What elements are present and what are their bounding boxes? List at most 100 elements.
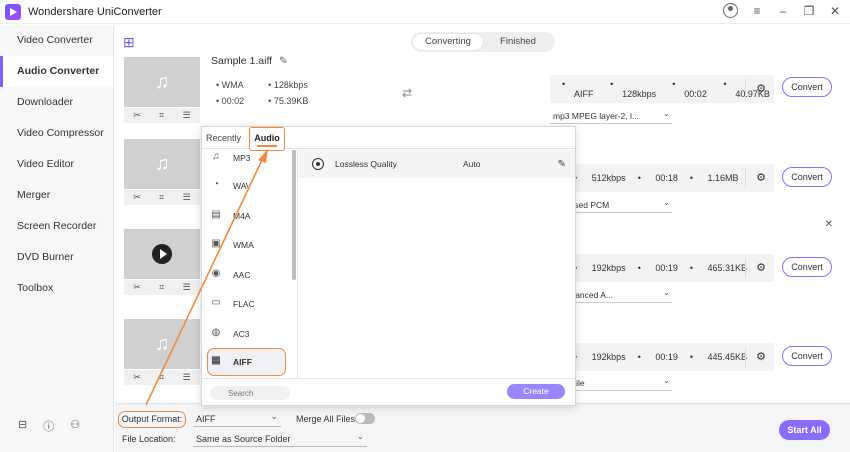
quality-icon: [312, 158, 324, 170]
wav-icon: ◔: [212, 179, 220, 190]
format-aiff[interactable]: ▦ AIFF: [207, 348, 286, 376]
merge-label: Merge All Files:: [296, 414, 358, 424]
target-info: • 192kbps • 00:19 • 445.45KB ⚙: [550, 343, 774, 371]
thumb-tools: ✂ ⌗ ☰: [124, 370, 200, 385]
menu-icon[interactable]: ≡: [750, 4, 764, 18]
effects-icon[interactable]: ☰: [183, 110, 191, 121]
search-input[interactable]: [210, 386, 290, 400]
tab-converting[interactable]: Converting: [413, 34, 483, 50]
close-icon[interactable]: ✕: [828, 4, 842, 18]
sidebar-item-audio-converter[interactable]: Audio Converter: [0, 56, 113, 87]
app-logo-icon: [5, 3, 21, 20]
sidebar: Video Converter Audio Converter Download…: [0, 25, 114, 452]
effects-icon[interactable]: ☰: [183, 282, 191, 293]
tab-recently[interactable]: Recently: [206, 133, 241, 143]
wma-icon: ▣: [211, 238, 221, 249]
target-info: • 512kbps • 00:18 • 1.16MB ⚙: [550, 164, 774, 192]
format-m4a[interactable]: ▤ M4A: [208, 202, 286, 230]
tab-finished[interactable]: Finished: [483, 34, 553, 50]
crop-icon[interactable]: ⌗: [159, 192, 164, 203]
effects-icon[interactable]: ☰: [183, 372, 191, 383]
remove-file-icon[interactable]: ✕: [825, 219, 833, 230]
popup-footer: Create: [202, 378, 575, 405]
start-all-button[interactable]: Start All: [779, 420, 830, 440]
book-icon[interactable]: ⊟: [18, 418, 27, 434]
sidebar-item-video-editor[interactable]: Video Editor: [0, 149, 113, 180]
sidebar-item-toolbox[interactable]: Toolbox: [0, 273, 113, 304]
thumb-tools: ✂ ⌗ ☰: [124, 280, 200, 295]
merge-toggle[interactable]: [355, 413, 375, 424]
thumb-tools: ✂ ⌗ ☰: [124, 108, 200, 123]
people-icon[interactable]: ⚇: [70, 418, 80, 434]
format-wav[interactable]: ◔ WAV: [208, 172, 286, 200]
format-ac3[interactable]: ◍ AC3: [208, 320, 286, 348]
music-note-icon: ♫: [212, 151, 220, 162]
format-popup: Recently Audio ♫ MP3 ◔ WAV ▤ M4A ▣ WMA ◉ AAC …: [201, 126, 576, 406]
convert-button[interactable]: Convert: [782, 77, 832, 97]
play-icon[interactable]: [152, 244, 172, 264]
audio-thumbnail[interactable]: ♫: [124, 57, 200, 107]
video-thumbnail[interactable]: [124, 229, 200, 279]
gear-icon[interactable]: ⚙: [756, 350, 766, 363]
thumb-tools: ✂ ⌗ ☰: [124, 190, 200, 205]
quality-label: Lossless Quality: [335, 159, 397, 169]
quality-value: Auto: [463, 159, 481, 169]
format-flac[interactable]: ▭ FLAC: [208, 290, 286, 318]
encoder-select[interactable]: mp3 MPEG layer-2, l...: [550, 106, 672, 124]
sidebar-item-screen-recorder[interactable]: Screen Recorder: [0, 211, 113, 242]
ac3-icon: ◍: [211, 327, 221, 338]
format-list: ♫ MP3 ◔ WAV ▤ M4A ▣ WMA ◉ AAC ▭ FLAC ◍ AC3 ▦ AIF…: [202, 150, 292, 378]
help-icon[interactable]: ⓘ: [43, 418, 54, 434]
sidebar-item-merger[interactable]: Merger: [0, 180, 113, 211]
file-location-label: File Location:: [122, 434, 176, 444]
aiff-icon: ▦: [211, 355, 221, 366]
convert-button[interactable]: Convert: [782, 167, 832, 187]
m4a-icon: ▤: [211, 209, 221, 220]
crop-icon[interactable]: ⌗: [159, 282, 164, 293]
audio-thumbnail[interactable]: ♫: [124, 139, 200, 189]
edit-name-icon[interactable]: ✎: [279, 55, 288, 67]
music-note-icon: ♫: [154, 332, 170, 355]
target-info: • 192kbps • 00:19 • 465.31KB ⚙: [550, 254, 774, 282]
trim-icon[interactable]: ✂: [133, 192, 141, 203]
convert-arrow-icon: ⇄: [402, 86, 413, 100]
bottom-bar: Output Format: AIFF Merge All Files: Fil…: [115, 403, 850, 452]
sidebar-item-video-compressor[interactable]: Video Compressor: [0, 118, 113, 149]
flac-icon: ▭: [211, 297, 221, 308]
title-bar: Wondershare UniConverter ≡ – ❐ ✕: [0, 0, 850, 24]
convert-button[interactable]: Convert: [782, 346, 832, 366]
trim-icon[interactable]: ✂: [133, 282, 141, 293]
sidebar-item-video-converter[interactable]: Video Converter: [0, 25, 113, 56]
source-info: • WMA • 128kbps • 00:02 • 75.39KB: [216, 80, 309, 106]
aac-icon: ◉: [211, 268, 221, 279]
gear-icon[interactable]: ⚙: [756, 171, 766, 184]
format-list-scrollbar[interactable]: [292, 150, 296, 280]
create-button[interactable]: Create: [507, 384, 565, 399]
edit-icon[interactable]: ✎: [558, 159, 566, 170]
convert-button[interactable]: Convert: [782, 257, 832, 277]
app-title: Wondershare UniConverter: [28, 5, 162, 18]
effects-icon[interactable]: ☰: [183, 192, 191, 203]
restore-icon[interactable]: ❐: [802, 4, 816, 18]
tab-audio[interactable]: Audio: [249, 127, 285, 151]
file-location-select[interactable]: Same as Source Folder: [193, 429, 367, 447]
output-format-select[interactable]: AIFF: [193, 409, 281, 427]
format-wma[interactable]: ▣ WMA: [208, 231, 286, 259]
gear-icon[interactable]: ⚙: [756, 261, 766, 274]
trim-icon[interactable]: ✂: [133, 372, 141, 383]
quality-option[interactable]: Lossless Quality Auto ✎: [298, 150, 575, 178]
format-mp3[interactable]: ♫ MP3: [208, 150, 286, 172]
status-tabs: Converting Finished: [411, 32, 555, 52]
minimize-icon[interactable]: –: [776, 4, 790, 18]
add-file-icon[interactable]: ⊞: [123, 34, 135, 51]
crop-icon[interactable]: ⌗: [159, 372, 164, 383]
audio-thumbnail[interactable]: ♫: [124, 319, 200, 369]
format-aac[interactable]: ◉ AAC: [208, 261, 286, 289]
sidebar-item-dvd-burner[interactable]: DVD Burner: [0, 242, 113, 273]
trim-icon[interactable]: ✂: [133, 110, 141, 121]
sidebar-item-downloader[interactable]: Downloader: [0, 87, 113, 118]
user-icon[interactable]: [723, 3, 738, 18]
file-name: Sample 1.aiff ✎: [211, 55, 288, 67]
crop-icon[interactable]: ⌗: [159, 110, 164, 121]
gear-icon[interactable]: ⚙: [756, 82, 766, 95]
